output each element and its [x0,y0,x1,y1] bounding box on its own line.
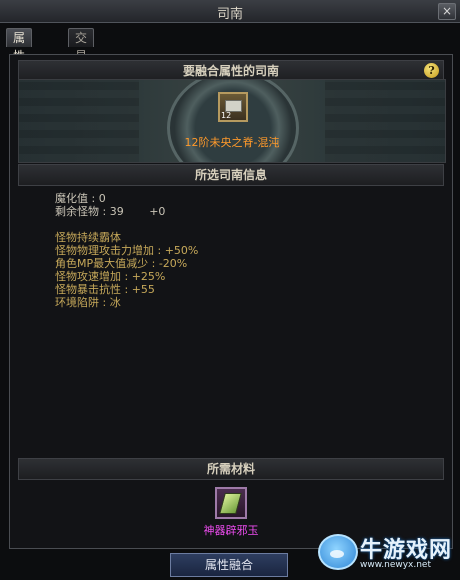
window-title: 司南 [216,7,243,22]
stat-label: 剩余怪物 : 39 [55,205,124,218]
cow-logo-icon [318,534,358,570]
effect-line: 怪物持续霸体 [55,231,121,244]
title-bar: 司南 × [0,0,460,23]
watermark: 牛游戏网 www.newyx.net [318,532,456,576]
close-button[interactable]: × [438,3,456,20]
watermark-url: www.newyx.net [360,560,432,570]
close-icon: × [441,4,453,18]
main-panel: 要融合属性的司南 ? 12 12阶未央之脊-混沌 所选司南信息 魔化值 : 0 … [9,54,453,549]
stat-label: 魔化值 : 0 [55,192,106,205]
tab-attribute-fusion[interactable]: 属性融合 [6,28,33,99]
effect-line: 角色MP最大值减少 : -20% [55,257,188,270]
target-section-title: 要融合属性的司南 [182,64,279,78]
effect-line: 怪物物理攻击力增加 : +50% [55,244,199,257]
stat-extra: +0 [149,205,166,218]
selected-item-name: 12阶未央之脊-混沌 [184,136,280,149]
fuse-button[interactable]: 属性融合 [170,553,288,577]
effect-line: 怪物暴击抗性 : +55 [55,283,155,296]
materials-section-title: 所需材料 [206,462,255,476]
info-body: 魔化值 : 0 剩余怪物 : 39 +0 怪物持续霸体 怪物物理攻击力增加 : … [55,192,198,309]
info-section-title: 所选司南信息 [194,168,267,182]
stat-demonization: 魔化值 : 0 [55,192,198,205]
selected-item-banner: 12 12阶未央之脊-混沌 [18,79,446,163]
material-slot[interactable] [215,487,247,519]
item-level: 12 [221,111,232,120]
effect-line: 怪物攻速增加 : +25% [55,270,166,283]
selected-item-slot[interactable]: 12 [218,92,248,122]
tab-trade-type-change[interactable]: 交易类型变更 [68,28,95,135]
materials-section-header: 所需材料 [18,458,444,480]
help-icon[interactable]: ? [424,63,439,78]
info-section-header: 所选司南信息 [18,164,444,186]
jade-icon [219,493,242,514]
effect-line: 环境陷阱 : 冰 [55,296,121,309]
stat-remaining-monsters: 剩余怪物 : 39 +0 [55,205,198,218]
